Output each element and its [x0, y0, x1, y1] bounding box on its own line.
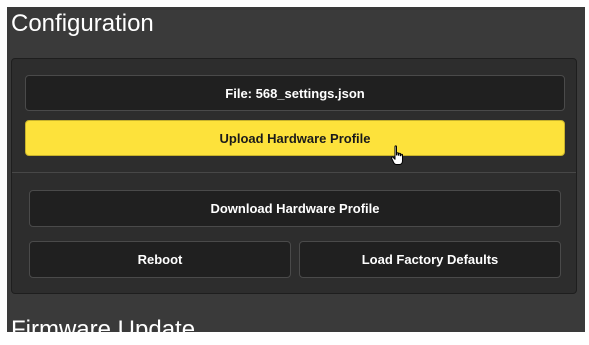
file-select-button[interactable]: File: 568_settings.json: [25, 75, 565, 111]
download-hardware-profile-button[interactable]: Download Hardware Profile: [29, 190, 561, 227]
configuration-card: File: 568_settings.json Upload Hardware …: [11, 58, 577, 294]
upload-hardware-profile-button[interactable]: Upload Hardware Profile: [25, 120, 565, 156]
reboot-button[interactable]: Reboot: [29, 241, 291, 278]
configuration-title: Configuration: [11, 10, 154, 37]
card-divider: [12, 172, 576, 173]
firmware-update-title: Firmware Update: [11, 316, 196, 343]
load-factory-defaults-button[interactable]: Load Factory Defaults: [299, 241, 561, 278]
hand-pointer-icon: [391, 145, 403, 165]
